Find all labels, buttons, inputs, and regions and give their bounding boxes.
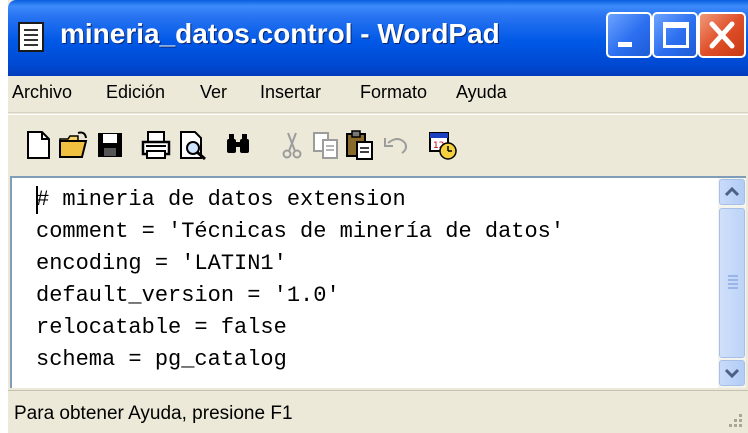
menu-archivo[interactable]: Archivo (12, 82, 72, 103)
print-preview-icon[interactable] (176, 129, 208, 161)
save-icon[interactable] (94, 129, 126, 161)
toolbar: 12 (8, 114, 748, 173)
resize-grip-icon[interactable] (724, 409, 744, 429)
window-title: mineria_datos.control - WordPad (60, 18, 500, 49)
menu-bar: Archivo Edición Ver Insertar Formato Ayu… (8, 76, 748, 113)
text-caret (36, 186, 38, 214)
copy-icon[interactable] (310, 129, 342, 161)
undo-icon[interactable] (380, 129, 412, 161)
scroll-thumb[interactable] (719, 208, 745, 358)
minimize-icon (618, 42, 632, 47)
scroll-up-button[interactable] (719, 179, 745, 205)
vertical-scrollbar[interactable] (718, 178, 746, 388)
chevron-up-icon (724, 186, 740, 197)
insert-datetime-icon[interactable]: 12 (426, 129, 458, 161)
menu-ver[interactable]: Ver (200, 82, 227, 103)
scroll-down-button[interactable] (719, 360, 745, 386)
title-bar[interactable]: mineria_datos.control - WordPad (8, 0, 748, 76)
cut-icon[interactable] (276, 129, 308, 161)
close-button[interactable] (698, 12, 746, 58)
menu-formato[interactable]: Formato (360, 82, 427, 103)
print-icon[interactable] (140, 129, 172, 161)
status-text: Para obtener Ayuda, presione F1 (14, 403, 293, 424)
menu-ayuda[interactable]: Ayuda (456, 82, 507, 103)
close-icon (709, 21, 735, 49)
open-folder-icon[interactable] (58, 129, 90, 161)
document-line: encoding = 'LATIN1' (36, 251, 287, 276)
wordpad-window: mineria_datos.control - WordPad Archivo … (8, 0, 748, 433)
maximize-icon (663, 22, 689, 48)
left-edge (0, 0, 8, 432)
wordpad-app-icon[interactable] (18, 22, 44, 52)
menu-insertar[interactable]: Insertar (260, 82, 321, 103)
new-document-icon[interactable] (22, 129, 54, 161)
document-line: default_version = '1.0' (36, 283, 340, 308)
paste-icon[interactable] (344, 129, 376, 161)
document-line: schema = pg_catalog (36, 347, 287, 372)
chevron-down-icon (724, 368, 740, 379)
find-icon[interactable] (222, 129, 254, 161)
minimize-button[interactable] (606, 12, 652, 58)
document-text-area[interactable]: # mineria de datos extension comment = 'T… (10, 176, 746, 388)
document-line: comment = 'Técnicas de minería de datos' (36, 219, 565, 244)
status-bar: Para obtener Ayuda, presione F1 (8, 390, 748, 433)
document-content[interactable]: # mineria de datos extension comment = 'T… (36, 184, 564, 376)
maximize-button[interactable] (652, 12, 698, 58)
document-line: # mineria de datos extension (36, 187, 406, 212)
document-line: relocatable = false (36, 315, 287, 340)
menu-edicion[interactable]: Edición (106, 82, 165, 103)
